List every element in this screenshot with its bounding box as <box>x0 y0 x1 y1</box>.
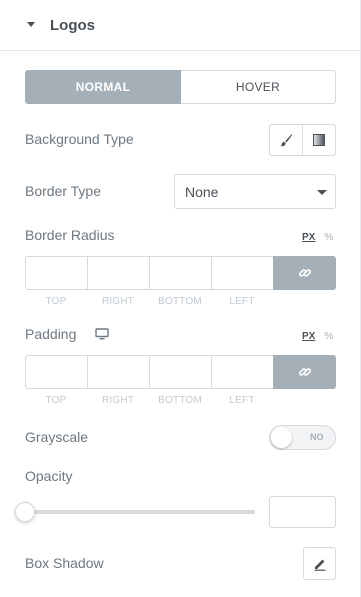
border-radius-left-input[interactable] <box>211 256 273 290</box>
opacity-slider-track[interactable] <box>25 510 255 514</box>
background-gradient-button[interactable] <box>302 125 335 155</box>
side-label-bottom: BOTTOM <box>158 395 202 406</box>
border-radius-link-button[interactable] <box>273 256 336 290</box>
border-radius-units: PX % <box>302 232 333 243</box>
background-classic-button[interactable] <box>270 125 302 155</box>
paint-brush-icon <box>280 134 293 147</box>
tab-hover[interactable]: HOVER <box>181 70 336 104</box>
unit-px-button[interactable]: PX <box>302 232 315 243</box>
style-panel: Logos NORMAL HOVER Background Type Borde… <box>0 0 361 597</box>
side-label-right: RIGHT <box>101 296 135 307</box>
caret-down-icon <box>27 22 35 27</box>
padding-label: Padding <box>25 326 77 342</box>
border-type-select[interactable]: None <box>174 174 336 209</box>
padding-units: PX % <box>302 331 333 342</box>
side-label-right: RIGHT <box>101 395 135 406</box>
border-radius-right-input[interactable] <box>87 256 149 290</box>
border-radius-bottom-input[interactable] <box>149 256 211 290</box>
padding-bottom-input[interactable] <box>149 355 211 389</box>
padding-side-labels: TOP RIGHT BOTTOM LEFT <box>25 395 273 406</box>
box-shadow-label: Box Shadow <box>25 555 104 571</box>
box-shadow-edit-button[interactable] <box>303 547 336 580</box>
chevron-down-icon <box>317 190 327 195</box>
padding-right-input[interactable] <box>87 355 149 389</box>
side-label-left: LEFT <box>229 296 255 307</box>
border-type-label: Border Type <box>25 183 102 199</box>
toggle-knob <box>271 427 292 448</box>
side-label-bottom: BOTTOM <box>158 296 202 307</box>
unit-percent-button[interactable]: % <box>324 331 333 342</box>
padding-top-input[interactable] <box>25 355 87 389</box>
state-tabs: NORMAL HOVER <box>25 70 336 104</box>
pencil-icon <box>314 559 325 571</box>
gradient-icon <box>313 134 325 146</box>
border-radius-top-input[interactable] <box>25 256 87 290</box>
border-radius-side-labels: TOP RIGHT BOTTOM LEFT <box>25 296 273 307</box>
opacity-slider-handle[interactable] <box>15 502 35 522</box>
link-icon <box>298 368 311 376</box>
background-type-label: Background Type <box>25 131 134 147</box>
side-label-left: LEFT <box>229 395 255 406</box>
border-radius-label: Border Radius <box>25 227 115 243</box>
section-header-logos[interactable]: Logos <box>0 0 360 51</box>
padding-left-input[interactable] <box>211 355 273 389</box>
unit-px-button[interactable]: PX <box>302 331 315 342</box>
border-radius-dimensions <box>25 256 336 290</box>
desktop-icon[interactable] <box>95 328 109 340</box>
tab-normal[interactable]: NORMAL <box>25 70 181 104</box>
opacity-number-input[interactable] <box>269 496 336 528</box>
section-title: Logos <box>50 17 95 34</box>
link-icon <box>298 269 311 277</box>
padding-link-button[interactable] <box>273 355 336 389</box>
toggle-state-text: NO <box>310 432 324 442</box>
opacity-label: Opacity <box>25 468 73 484</box>
side-label-top: TOP <box>45 395 67 406</box>
grayscale-toggle[interactable]: NO <box>269 425 336 450</box>
border-type-value: None <box>185 184 219 200</box>
grayscale-label: Grayscale <box>25 429 89 445</box>
background-type-choices <box>269 124 336 156</box>
side-label-top: TOP <box>45 296 67 307</box>
padding-dimensions <box>25 355 336 389</box>
unit-percent-button[interactable]: % <box>324 232 333 243</box>
